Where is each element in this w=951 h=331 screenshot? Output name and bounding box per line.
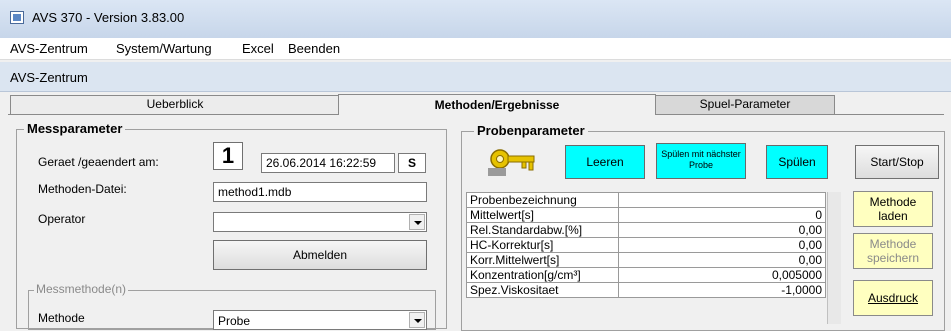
table-row: HC-Korrektur[s] 0,00 [466,237,826,253]
tab-ueberblick[interactable]: Ueberblick [10,95,340,114]
methoden-datei-label: Methoden-Datei: [38,182,127,196]
row-label: Mittelwert[s] [466,207,619,223]
operator-select[interactable] [213,212,427,232]
row-value: 0,00 [618,222,826,238]
methode-laden-button[interactable]: Methode laden [853,191,933,227]
datetime-field: 26.06.2014 16:22:59 [261,153,395,173]
window-titlebar: AVS 370 - Version 3.83.00 [0,0,951,38]
table-row: Rel.Standardabw.[%] 0,00 [466,222,826,238]
messmethode-title: Messmethode(n) [34,282,129,296]
app-icon [10,11,24,24]
row-label: HC-Korrektur[s] [466,237,619,253]
row-value: 0,00 [618,237,826,253]
methoden-datei-input[interactable]: method1.mdb [213,182,427,202]
methode-speichern-button: Methode speichern [853,233,933,269]
leeren-button[interactable]: Leeren [565,145,645,179]
row-value[interactable] [618,192,826,208]
table-row: Probenbezeichnung [466,192,826,208]
row-label: Probenbezeichnung [466,192,619,208]
table-row: Spez.Viskositaet -1,0000 [466,282,826,298]
chevron-down-icon[interactable] [409,312,425,328]
messparameter-title: Messparameter [24,121,126,136]
methode-value: Probe [218,314,251,328]
row-value: 0,005000 [618,267,826,283]
probenparameter-title: Probenparameter [474,123,588,138]
spuelen-naechste-probe-button[interactable]: Spülen mit nächster Probe [656,143,746,179]
menu-avs-zentrum[interactable]: AVS-Zentrum [10,41,88,56]
geraet-number: 1 [213,142,243,170]
chevron-down-icon[interactable] [409,214,425,230]
row-label: Rel.Standardabw.[%] [466,222,619,238]
menu-excel[interactable]: Excel [242,41,274,56]
window-title: AVS 370 - Version 3.83.00 [32,10,185,25]
subwindow-titlebar: AVS-Zentrum [0,62,951,92]
menu-system-wartung[interactable]: System/Wartung [116,41,212,56]
table-row: Konzentration[g/cm³] 0,005000 [466,267,826,283]
tab-spuel-parameter[interactable]: Spuel-Parameter [655,95,835,114]
spuelen-button[interactable]: Spülen [766,145,828,179]
results-table-container: Probenbezeichnung Mittelwert[s] 0 Rel.Sta… [466,192,828,324]
tab-methoden-ergebnisse[interactable]: Methoden/Ergebnisse [338,94,656,115]
subwindow-title: AVS-Zentrum [10,70,88,85]
results-table: Probenbezeichnung Mittelwert[s] 0 Rel.Sta… [466,192,826,298]
row-value: 0,00 [618,252,826,268]
key-icon[interactable] [484,144,540,178]
row-label: Spez.Viskositaet [466,282,619,298]
table-row: Mittelwert[s] 0 [466,207,826,223]
methode-label: Methode [38,311,85,325]
operator-label: Operator [38,212,86,226]
row-value: 0 [618,207,826,223]
abmelden-button[interactable]: Abmelden [213,240,427,270]
start-stop-button[interactable]: Start/Stop [855,145,939,179]
row-value: -1,0000 [618,282,826,298]
menu-bar: AVS-Zentrum System/Wartung Excel Beenden [0,38,951,60]
ausdruck-button[interactable]: Ausdruck [853,280,933,316]
table-scrollbar[interactable] [827,192,841,324]
table-row: Korr.Mittelwert[s] 0,00 [466,252,826,268]
row-label: Korr.Mittelwert[s] [466,252,619,268]
row-label: Konzentration[g/cm³] [466,267,619,283]
methode-select[interactable]: Probe [213,310,427,330]
geraet-label: Geraet /geaendert am: [38,155,159,169]
menu-beenden[interactable]: Beenden [288,41,340,56]
mode-field: S [398,153,426,173]
